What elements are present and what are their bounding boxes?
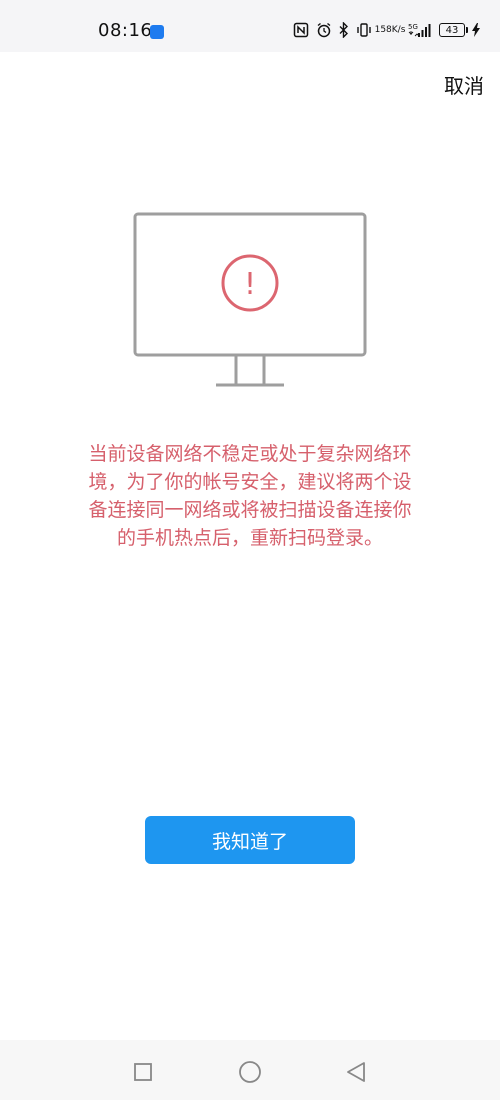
network-speed-unit: K/s xyxy=(391,24,406,35)
charging-icon xyxy=(472,23,480,37)
status-bar: 08:16 158 K/s 5G 43 xyxy=(0,0,500,52)
navigation-bar xyxy=(0,1040,500,1100)
nfc-icon xyxy=(293,22,309,38)
signal-5g-icon: 5G xyxy=(408,22,432,38)
monitor-warning-icon: ! xyxy=(133,212,367,390)
status-icons: 158 K/s 5G 43 xyxy=(293,18,480,42)
battery-indicator: 43 xyxy=(439,23,468,37)
battery-level: 43 xyxy=(445,24,459,36)
got-it-button[interactable]: 我知道了 xyxy=(145,816,355,864)
network-speed: 158 K/s xyxy=(375,25,406,35)
vibrate-icon xyxy=(356,22,372,38)
bluetooth-icon xyxy=(339,22,349,38)
warning-message: 当前设备网络不稳定或处于复杂网络环境，为了你的帐号安全，建议将两个设备连接同一网… xyxy=(88,443,412,549)
alert-symbol: ! xyxy=(244,267,256,302)
cancel-button[interactable]: 取消 xyxy=(444,70,484,99)
alarm-icon xyxy=(316,22,332,38)
recent-apps-icon[interactable] xyxy=(131,1060,155,1084)
monitor-neck xyxy=(234,355,266,384)
network-speed-value: 158 xyxy=(374,24,392,35)
status-time: 08:16 xyxy=(98,20,153,41)
svg-text:5G: 5G xyxy=(408,23,418,31)
home-icon[interactable] xyxy=(238,1060,262,1084)
app-icon xyxy=(150,25,164,39)
back-icon[interactable] xyxy=(344,1060,368,1084)
